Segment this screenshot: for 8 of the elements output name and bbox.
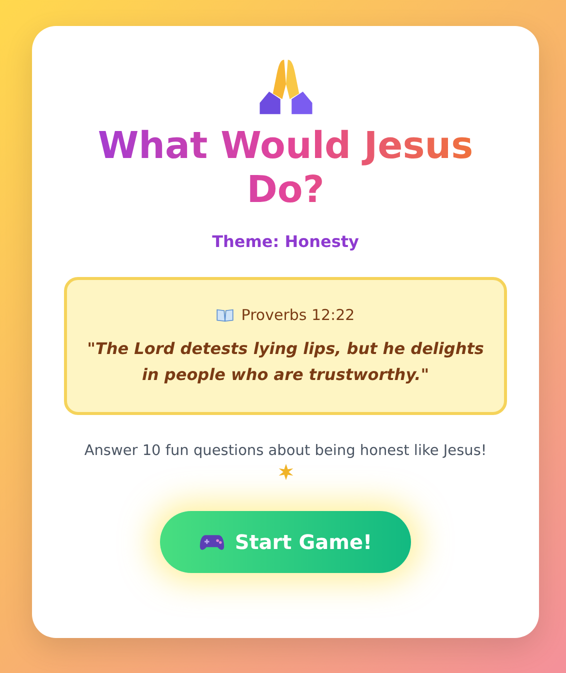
start-game-button[interactable]: Start Game!	[160, 511, 411, 573]
verse-quote: "The Lord detests lying lips, but he delights in people who are trustworthy."	[86, 338, 485, 386]
verse-reference: Proverbs 12:22	[241, 306, 355, 324]
book-icon	[216, 308, 234, 322]
sparkle-icon	[276, 463, 294, 481]
theme-label: Theme: Honesty	[212, 232, 359, 251]
gamepad-icon	[198, 532, 225, 552]
intro-text: Answer 10 fun questions about being honest like Jesus!	[84, 443, 487, 459]
